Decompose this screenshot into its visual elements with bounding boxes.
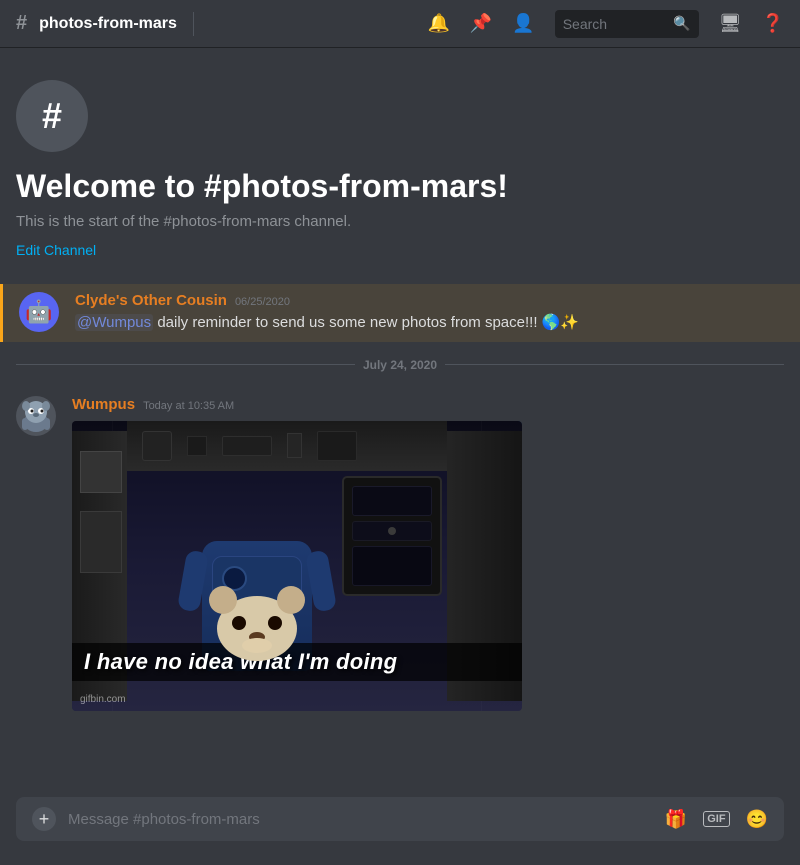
wumpus-message-header: Wumpus Today at 10:35 AM [72, 396, 784, 413]
wumpus-username[interactable]: Wumpus [72, 396, 135, 413]
message-body: daily reminder to send us some new photo… [157, 314, 579, 331]
header: # photos-from-mars 🔔 📌 👤 🔍 🖥 ❓ [0, 0, 800, 48]
channel-intro: # Welcome to #photos-from-mars! This is … [0, 64, 800, 284]
inbox-icon[interactable]: 🖥 [719, 13, 742, 34]
avatar: 🤖 [19, 292, 59, 332]
spacer [0, 719, 800, 797]
header-channel-name: photos-from-mars [39, 15, 177, 33]
wumpus-avatar-svg [16, 396, 56, 436]
main-content: # Welcome to #photos-from-mars! This is … [0, 48, 800, 865]
message-input-area: + 🎁 GIF 😊 [0, 797, 800, 865]
wumpus-avatar [16, 396, 56, 436]
channel-intro-hash-icon: # [42, 95, 62, 137]
wumpus-message-item: Wumpus Today at 10:35 AM [0, 388, 800, 719]
channel-icon-circle: # [16, 80, 88, 152]
date-divider: July 24, 2020 [0, 350, 800, 380]
gif-caption-bar: I have no idea what I'm doing [72, 643, 522, 681]
wumpus-timestamp: Today at 10:35 AM [143, 400, 234, 412]
message-input[interactable] [68, 811, 653, 828]
search-bar[interactable]: 🔍 [555, 10, 699, 38]
ceiling-equipment [127, 421, 447, 471]
input-icons: 🎁 GIF 😊 [665, 809, 768, 830]
gif-button[interactable]: GIF [703, 811, 729, 827]
divider-line-right [445, 364, 784, 365]
gif-image: I have no idea what I'm doing gifbin.com [72, 421, 522, 711]
message-content: Clyde's Other Cousin 06/25/2020 @Wumpus … [75, 292, 784, 334]
header-icons: 🔔 📌 👤 🔍 🖥 ❓ [427, 10, 784, 38]
header-hash-icon: # [16, 12, 27, 35]
edit-channel-link[interactable]: Edit Channel [16, 242, 96, 258]
pin-icon[interactable]: 📌 [470, 13, 492, 34]
message-header: Clyde's Other Cousin 06/25/2020 [75, 292, 784, 309]
help-icon[interactable]: ❓ [762, 13, 784, 34]
plus-icon: + [39, 809, 50, 830]
clyde-avatar-emoji: 🤖 [25, 299, 52, 325]
search-input[interactable] [563, 16, 668, 32]
message-input-box: + 🎁 GIF 😊 [16, 797, 784, 841]
message-username[interactable]: Clyde's Other Cousin [75, 292, 227, 309]
gif-container[interactable]: I have no idea what I'm doing gifbin.com [72, 421, 522, 711]
messages-area: 🤖 Clyde's Other Cousin 06/25/2020 @Wumpu… [0, 284, 800, 719]
channel-intro-title: Welcome to #photos-from-mars! [16, 168, 784, 205]
members-icon[interactable]: 👤 [512, 13, 534, 34]
channel-intro-subtitle: This is the start of the #photos-from-ma… [16, 213, 784, 230]
divider-line-left [16, 364, 355, 365]
gif-watermark: gifbin.com [80, 694, 126, 705]
header-divider [193, 12, 194, 36]
bell-icon[interactable]: 🔔 [427, 13, 449, 34]
message-timestamp: 06/25/2020 [235, 296, 290, 308]
emoji-icon[interactable]: 😊 [746, 809, 768, 830]
add-attachment-button[interactable]: + [32, 807, 56, 831]
wumpus-message-content: Wumpus Today at 10:35 AM [72, 396, 784, 711]
gift-icon[interactable]: 🎁 [665, 809, 687, 830]
message-item: 🤖 Clyde's Other Cousin 06/25/2020 @Wumpu… [0, 284, 800, 342]
search-icon: 🔍 [673, 15, 690, 32]
date-divider-text: July 24, 2020 [363, 358, 437, 372]
right-equipment [342, 476, 442, 596]
message-text: @Wumpus daily reminder to send us some n… [75, 313, 784, 334]
mention[interactable]: @Wumpus [75, 314, 153, 331]
